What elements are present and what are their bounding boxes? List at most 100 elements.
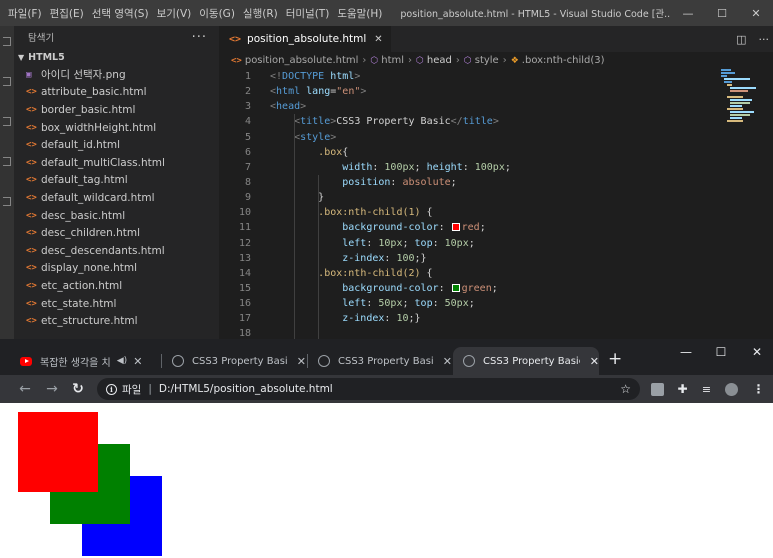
more-actions-icon[interactable]: ··· <box>759 33 770 46</box>
code-token: ; <box>468 237 475 249</box>
file-label: border_basic.html <box>41 103 136 116</box>
new-tab-button[interactable]: + <box>608 349 622 369</box>
file-item[interactable]: <> desc_children.html <box>14 224 219 242</box>
breadcrumb-head[interactable]: head <box>427 55 452 66</box>
browser-toolbar: ← → ↻ i 파일 | D:/HTML5/position_absolute.… <box>0 375 773 403</box>
forward-button[interactable]: → <box>42 379 62 399</box>
file-item[interactable]: <> box_widthHeight.html <box>14 119 219 137</box>
file-item[interactable]: <> etc_state.html <box>14 295 219 313</box>
line-number: 13 <box>238 252 251 264</box>
maximize-button[interactable]: ☐ <box>711 345 731 359</box>
explorer-icon[interactable] <box>0 34 14 48</box>
close-tab-icon[interactable]: ✕ <box>374 34 382 45</box>
info-icon[interactable]: i <box>106 383 117 395</box>
menu-help[interactable]: 도움말(H) <box>333 6 386 21</box>
close-tab-icon[interactable]: ✕ <box>590 355 599 368</box>
file-item[interactable]: <> default_tag.html <box>14 172 219 190</box>
extensions-icon[interactable] <box>0 194 14 208</box>
file-item[interactable]: <> display_none.html <box>14 260 219 278</box>
maximize-button[interactable]: ☐ <box>705 7 739 20</box>
breadcrumb-file[interactable]: position_absolute.html <box>245 55 359 66</box>
code-text: background-color: red; <box>251 220 485 235</box>
code-token: DOCTYPE <box>282 71 325 82</box>
code-token: lang <box>306 86 331 98</box>
minimize-button[interactable]: — <box>676 345 696 359</box>
file-item[interactable]: <> default_multiClass.html <box>14 154 219 172</box>
menu-edit[interactable]: 편집(E) <box>46 6 88 21</box>
breadcrumb-style[interactable]: style <box>475 55 499 66</box>
breadcrumb-html[interactable]: html <box>381 55 404 66</box>
file-item[interactable]: <> desc_basic.html <box>14 207 219 225</box>
menu-kebab-icon[interactable]: ⋮ <box>752 383 765 396</box>
file-label: desc_descendants.html <box>41 244 165 257</box>
code-text: .box{ <box>251 145 348 160</box>
page-viewport <box>0 403 773 558</box>
close-tab-icon[interactable]: ✕ <box>297 355 306 368</box>
code-token: 10px <box>378 237 403 249</box>
media-control-icon[interactable]: ≡ <box>700 383 713 396</box>
source-control-icon[interactable] <box>0 114 14 128</box>
browser-tab-css3-2[interactable]: CSS3 Property Basic ✕ <box>318 347 452 375</box>
extensions-puzzle-icon[interactable]: ✚ <box>676 383 689 396</box>
close-window-button[interactable]: ✕ <box>747 345 767 359</box>
bookmark-star-icon[interactable]: ☆ <box>620 382 631 396</box>
editor-actions: ◫ ··· <box>736 26 769 52</box>
code-token: z-index <box>342 252 385 264</box>
browser-tab-title: CSS3 Property Basic <box>338 355 433 367</box>
code-token: 50px <box>378 298 403 310</box>
file-item[interactable]: <> desc_descendants.html <box>14 242 219 260</box>
browser-tab-css3-active[interactable]: CSS3 Property Basic ✕ <box>453 347 599 375</box>
close-window-button[interactable]: ✕ <box>739 7 773 20</box>
menu-go[interactable]: 이동(G) <box>195 6 239 21</box>
minimize-button[interactable]: — <box>671 7 705 20</box>
code-text: <!DOCTYPE html> <box>251 69 360 84</box>
menu-view[interactable]: 보기(V) <box>153 6 196 21</box>
code-editor[interactable]: 1 <!DOCTYPE html> 2 <html lang="en"> 3 <head>… <box>219 69 719 345</box>
menu-selection[interactable]: 선택 영역(S) <box>88 6 153 21</box>
more-actions-icon[interactable]: ··· <box>192 30 207 45</box>
file-label: desc_children.html <box>41 227 141 240</box>
code-token: ; <box>450 176 457 188</box>
code-token: : <box>384 252 397 264</box>
file-label: etc_structure.html <box>41 315 138 328</box>
editor-tab-position-absolute[interactable]: <> position_absolute.html ✕ <box>219 26 391 52</box>
reload-button[interactable]: ↻ <box>68 379 88 399</box>
address-bar[interactable]: i 파일 | D:/HTML5/position_absolute.html ☆ <box>97 378 640 400</box>
extension-icon[interactable] <box>651 383 664 396</box>
run-debug-icon[interactable] <box>0 154 14 168</box>
close-tab-icon[interactable]: ✕ <box>133 355 142 368</box>
minimap[interactable] <box>719 69 759 129</box>
code-token: width <box>342 161 373 173</box>
file-item[interactable]: <> default_id.html <box>14 136 219 154</box>
line-number: 1 <box>244 71 251 82</box>
menu-run[interactable]: 실행(R) <box>239 6 282 21</box>
audio-playing-icon[interactable]: ◀) <box>117 356 127 366</box>
menu-terminal[interactable]: 터미널(T) <box>282 6 334 21</box>
browser-tab-youtube[interactable]: 복잡한 생각을 치 ◀) ✕ <box>20 347 158 375</box>
file-item[interactable]: <> attribute_basic.html <box>14 84 219 102</box>
code-token: : <box>390 176 403 188</box>
split-editor-icon[interactable]: ◫ <box>736 33 746 46</box>
address-url[interactable]: D:/HTML5/position_absolute.html <box>159 383 333 395</box>
browser-tab-css3-1[interactable]: CSS3 Property Basic ✕ <box>172 347 306 375</box>
close-tab-icon[interactable]: ✕ <box>443 355 452 368</box>
avatar[interactable] <box>725 383 738 396</box>
editor-scrollbar[interactable] <box>759 69 773 345</box>
file-item[interactable]: <> border_basic.html <box>14 101 219 119</box>
search-icon[interactable] <box>0 74 14 88</box>
breadcrumb-selector[interactable]: .box:nth-child(3) <box>522 55 605 66</box>
browser-tab-title: CSS3 Property Basic <box>483 355 580 367</box>
color-swatch-icon[interactable] <box>451 283 460 292</box>
code-token: 100 <box>396 252 415 264</box>
file-item[interactable]: <> etc_structure.html <box>14 312 219 330</box>
file-item[interactable]: <> etc_action.html <box>14 277 219 295</box>
menu-file[interactable]: 파일(F) <box>0 6 46 21</box>
folder-html5[interactable]: ▼ HTML5 <box>14 48 219 66</box>
html-icon: <> <box>26 280 37 291</box>
color-swatch-icon[interactable] <box>451 223 460 232</box>
back-button[interactable]: ← <box>15 379 35 399</box>
file-item[interactable]: <> default_wildcard.html <box>14 189 219 207</box>
file-item[interactable]: ▣ 아이디 선택자.png <box>14 66 219 84</box>
code-text: background-color: green; <box>251 281 498 296</box>
